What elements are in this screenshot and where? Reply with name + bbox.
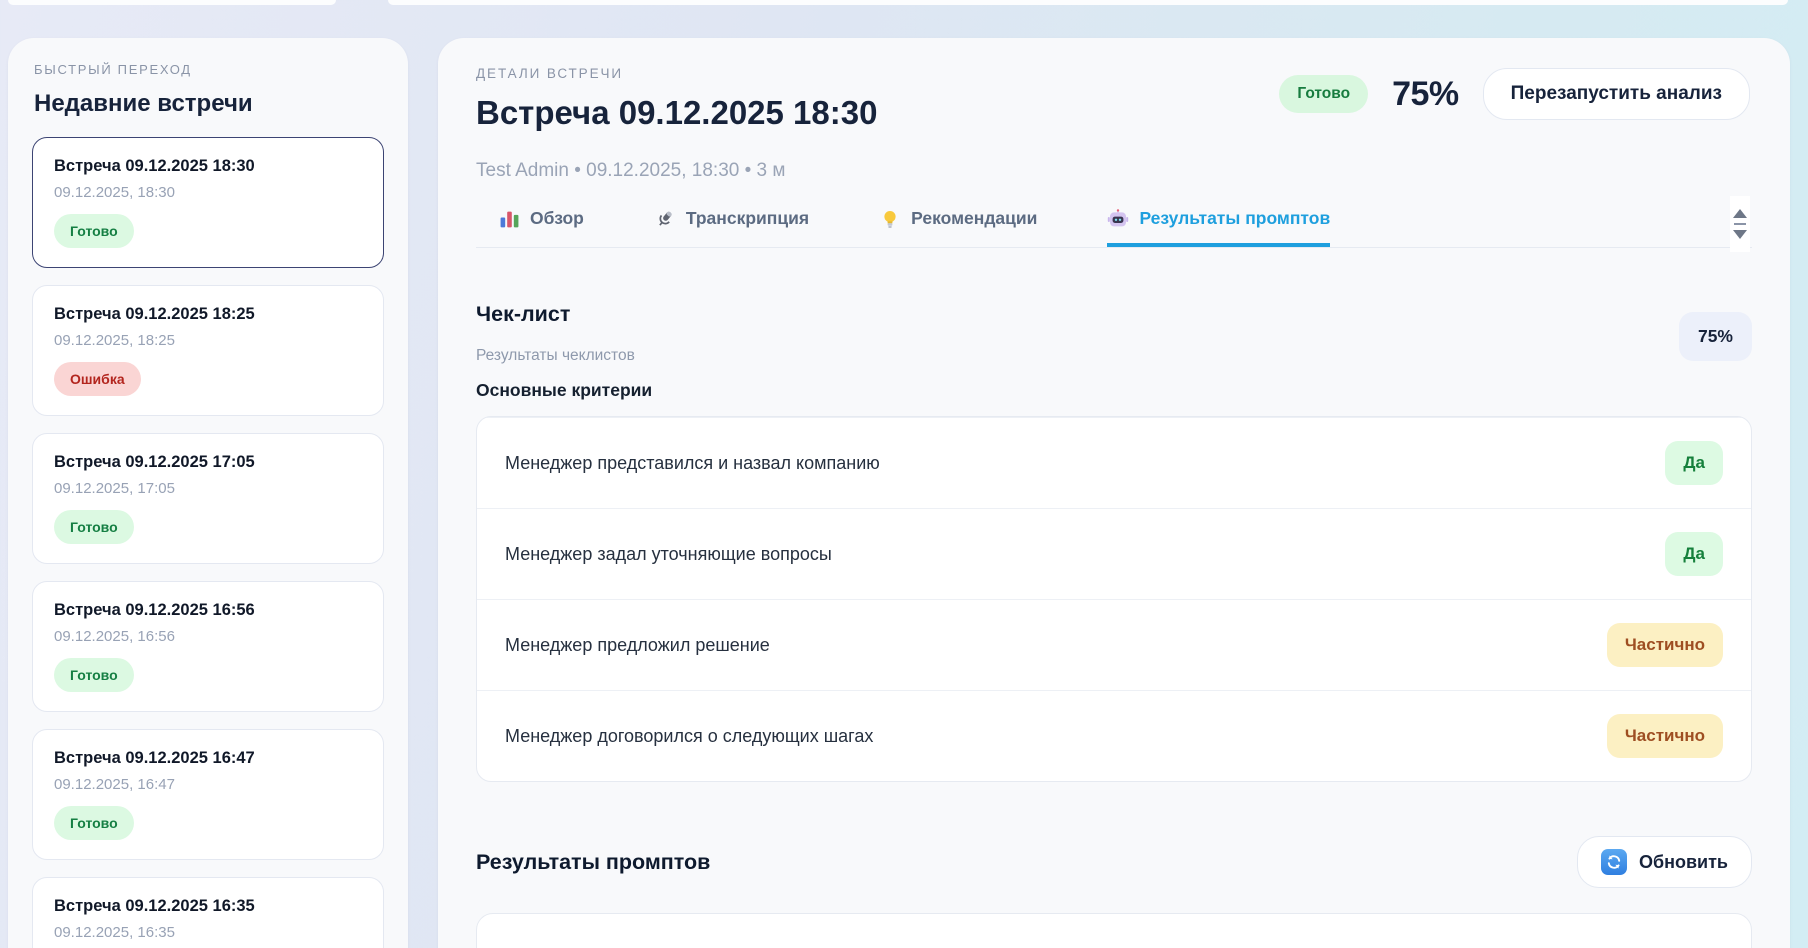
checklist-result-badge: Да	[1665, 441, 1723, 485]
meeting-card[interactable]: Встреча 09.12.2025 18:30 09.12.2025, 18:…	[32, 137, 384, 268]
scroll-up-icon[interactable]	[1733, 209, 1747, 218]
meeting-card-title: Встреча 09.12.2025 16:56	[54, 601, 362, 620]
meeting-status-badge: Готово	[54, 214, 134, 248]
checklist-row: Менеджер представился и назвал компанию …	[477, 417, 1751, 508]
meeting-card[interactable]: Встреча 09.12.2025 16:47 09.12.2025, 16:…	[32, 729, 384, 860]
meeting-card-title: Встреча 09.12.2025 17:05	[54, 453, 362, 472]
tab-label: Транскрипция	[686, 208, 809, 229]
meeting-card-date: 09.12.2025, 16:47	[54, 776, 362, 793]
meeting-status-badge: Готово	[54, 806, 134, 840]
meeting-card-date: 09.12.2025, 17:05	[54, 480, 362, 497]
checklist-result-badge: Да	[1665, 532, 1723, 576]
scrollbar-thumb[interactable]	[1734, 223, 1746, 225]
refresh-button-label: Обновить	[1639, 852, 1728, 873]
meeting-status-badge: Готово	[54, 510, 134, 544]
checklist-result-badge: Частично	[1607, 714, 1723, 758]
meeting-status-badge: Готово	[1279, 75, 1368, 113]
bulb-icon	[879, 208, 901, 229]
meeting-score: 75%	[1392, 75, 1459, 114]
tabs-bar: Обзор Транскрипция Рекомендации Результа…	[476, 208, 1752, 248]
tab-scrollbar	[1730, 196, 1750, 252]
scroll-down-icon[interactable]	[1733, 230, 1747, 239]
checklist-group-title: Основные критерии	[476, 380, 652, 401]
meeting-status-badge: Ошибка	[54, 362, 141, 396]
checklist-header: Чек-лист Результаты чеклистов Основные к…	[476, 302, 1752, 401]
microphone-icon	[654, 208, 676, 229]
meeting-card-date: 09.12.2025, 16:35	[54, 924, 362, 941]
meeting-card[interactable]: Встреча 09.12.2025 16:56 09.12.2025, 16:…	[32, 581, 384, 712]
checklist-score-chip: 75%	[1679, 312, 1752, 361]
checklist-items: Менеджер представился и назвал компанию …	[476, 416, 1752, 782]
meeting-card-date: 09.12.2025, 18:30	[54, 184, 362, 201]
top-panel-edge-left	[8, 0, 336, 5]
refresh-icon	[1601, 849, 1627, 875]
sidebar-eyebrow-label: БЫСТРЫЙ ПЕРЕХОД	[34, 62, 384, 77]
meeting-card[interactable]: Встреча 09.12.2025 18:25 09.12.2025, 18:…	[32, 285, 384, 416]
meeting-status-badge: Готово	[54, 658, 134, 692]
meeting-list: Встреча 09.12.2025 18:30 09.12.2025, 18:…	[32, 137, 384, 948]
checklist-subtitle: Результаты чеклистов	[476, 347, 652, 365]
tab[interactable]: Обзор	[498, 208, 584, 247]
tab[interactable]: Транскрипция	[654, 208, 809, 247]
recent-meetings-sidebar: БЫСТРЫЙ ПЕРЕХОД Недавние встречи Встреча…	[8, 38, 408, 948]
checklist-title: Чек-лист	[476, 302, 652, 327]
robot-icon	[1107, 208, 1129, 229]
checklist-criterion: Менеджер представился и назвал компанию	[505, 453, 880, 474]
prompts-header: Результаты промптов Обновить	[476, 836, 1752, 888]
tab[interactable]: Результаты промптов	[1107, 208, 1330, 247]
tabs: Обзор Транскрипция Рекомендации Результа…	[476, 208, 1752, 247]
meeting-card-title: Встреча 09.12.2025 16:47	[54, 749, 362, 768]
meeting-card[interactable]: Встреча 09.12.2025 16:35 09.12.2025, 16:…	[32, 877, 384, 948]
refresh-button[interactable]: Обновить	[1577, 836, 1752, 888]
tab[interactable]: Рекомендации	[879, 208, 1037, 247]
meeting-card-title: Встреча 09.12.2025 18:30	[54, 157, 362, 176]
checklist-header-text: Чек-лист Результаты чеклистов Основные к…	[476, 302, 652, 401]
tab-label: Результаты промптов	[1139, 208, 1330, 229]
meeting-card-title: Встреча 09.12.2025 16:35	[54, 897, 362, 916]
tab-label: Рекомендации	[911, 208, 1037, 229]
checklist-criterion: Менеджер задал уточняющие вопросы	[505, 544, 832, 565]
top-panel-edge-right	[388, 0, 1788, 5]
bar-chart-icon	[498, 208, 520, 229]
meeting-card-date: 09.12.2025, 18:25	[54, 332, 362, 349]
meeting-card-date: 09.12.2025, 16:56	[54, 628, 362, 645]
checklist-criterion: Менеджер предложил решение	[505, 635, 770, 656]
checklist-row: Менеджер предложил решение Частично	[477, 599, 1751, 690]
restart-analysis-button[interactable]: Перезапустить анализ	[1483, 68, 1750, 120]
checklist-row: Менеджер задал уточняющие вопросы Да	[477, 508, 1751, 599]
meeting-card-title: Встреча 09.12.2025 18:25	[54, 305, 362, 324]
sidebar-title: Недавние встречи	[34, 90, 384, 118]
checklist-row: Менеджер договорился о следующих шагах Ч…	[477, 690, 1751, 781]
meeting-card[interactable]: Встреча 09.12.2025 17:05 09.12.2025, 17:…	[32, 433, 384, 564]
prompt-result-card: Простое краткое содержание	[476, 913, 1752, 948]
checklist-criterion: Менеджер договорился о следующих шагах	[505, 726, 873, 747]
meeting-details-panel: Готово 75% Перезапустить анализ ДЕТАЛИ В…	[438, 38, 1790, 948]
tab-label: Обзор	[530, 208, 584, 229]
header-actions: Готово 75% Перезапустить анализ	[1279, 68, 1750, 120]
meeting-meta: Test Admin • 09.12.2025, 18:30 • 3 м	[476, 160, 1752, 182]
prompts-title: Результаты промптов	[476, 850, 710, 875]
checklist-result-badge: Частично	[1607, 623, 1723, 667]
